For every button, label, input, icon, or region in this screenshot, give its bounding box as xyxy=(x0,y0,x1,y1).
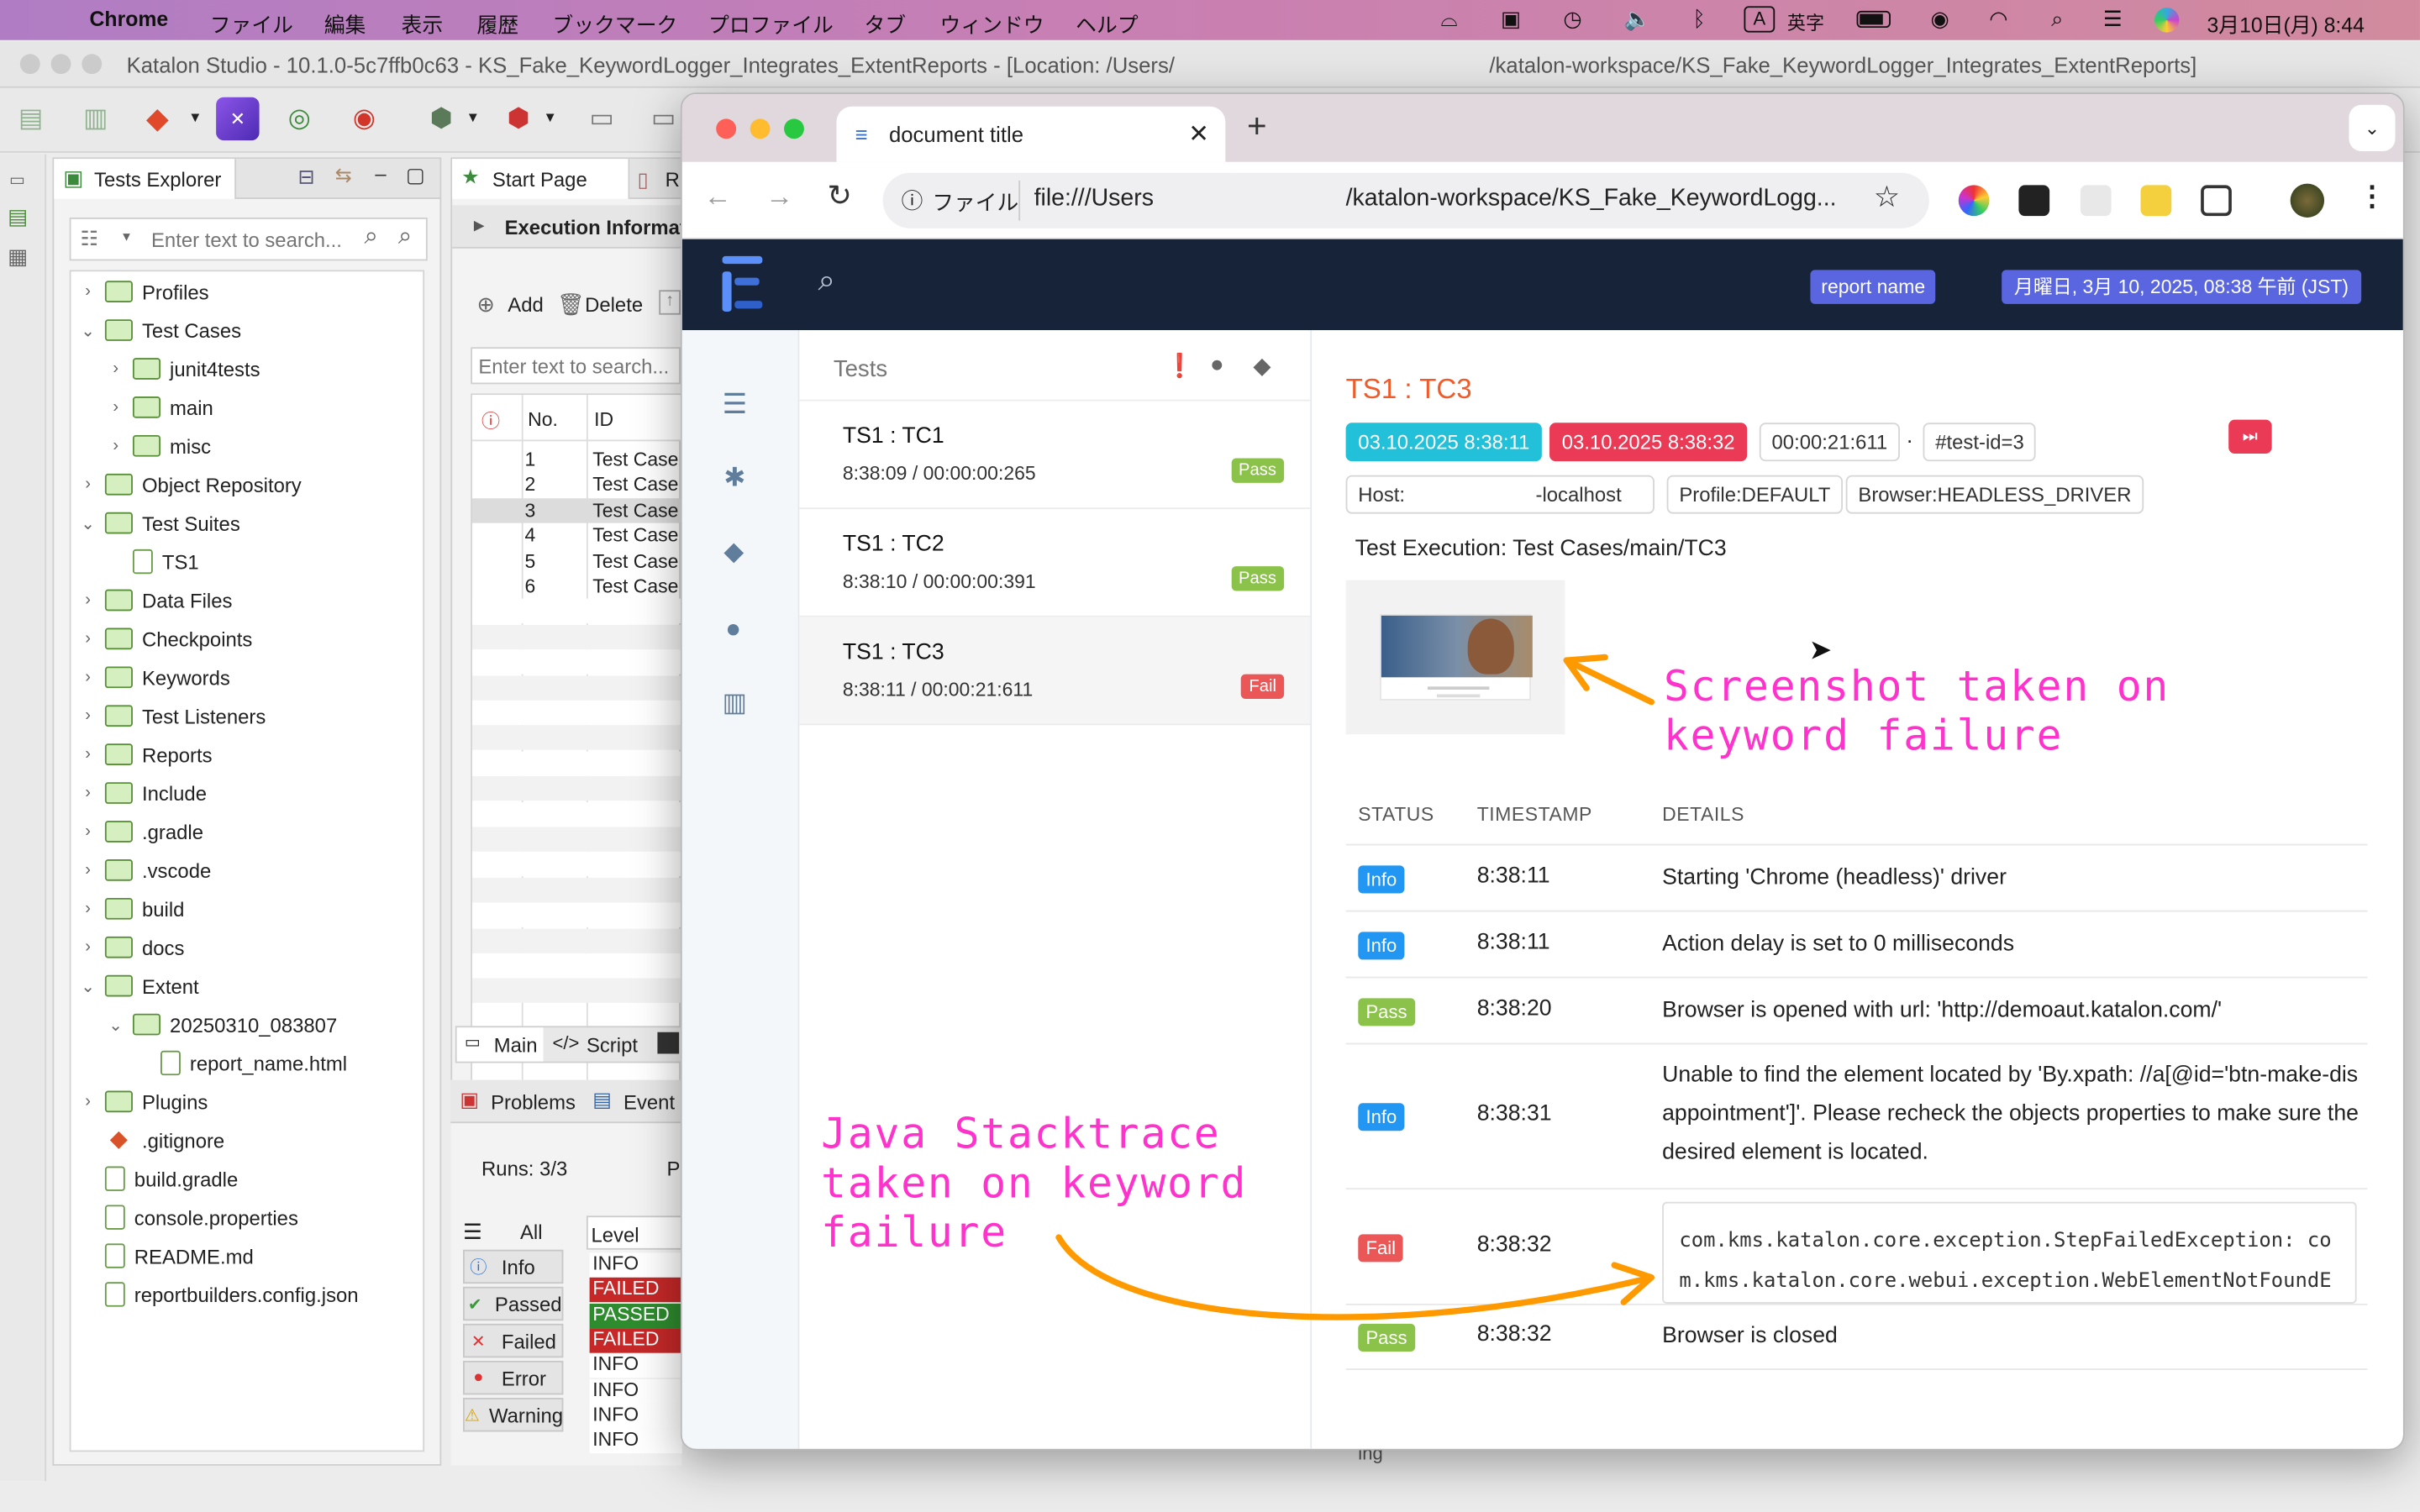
arrow-to-stacktrace xyxy=(1055,1234,1655,1320)
annotation-arrows xyxy=(1055,654,1655,1320)
arrow-to-screenshot xyxy=(1563,654,1655,706)
screen: Chrome ファイル 編集 表示 履歴 ブックマーク プロファイル タブ ウィ… xyxy=(0,0,2420,1512)
